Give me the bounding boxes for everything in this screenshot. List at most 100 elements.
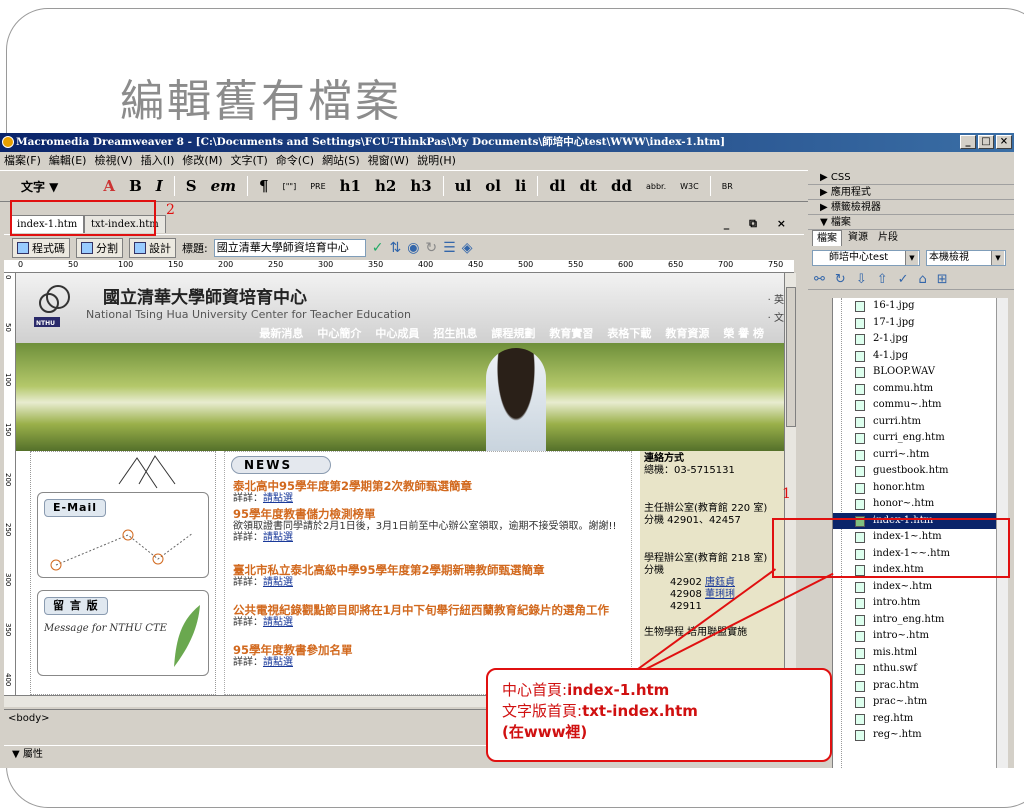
panel-tag-inspector[interactable]: ▶ 標籤檢視器 — [808, 200, 1014, 215]
nav-curriculum[interactable]: 課程規劃 — [491, 325, 535, 343]
nav-honors[interactable]: 榮 譽 榜 — [723, 325, 764, 343]
email-card[interactable]: E-Mail — [37, 492, 209, 578]
menu-modify[interactable]: 修改(M) — [182, 152, 222, 170]
menu-file[interactable]: 檔案(F) — [4, 152, 41, 170]
news-link[interactable]: 請點選 — [263, 657, 293, 668]
refresh-icon[interactable]: ↻ — [425, 240, 437, 256]
file-item[interactable]: guestbook.htm — [833, 463, 1004, 480]
news-title[interactable]: 泰北高中95學年度第2學期第2次教師甄選簡章 — [233, 480, 629, 493]
paragraph-button[interactable]: ¶ — [252, 177, 276, 195]
ol-button[interactable]: ol — [478, 177, 508, 195]
dt-button[interactable]: dt — [573, 177, 604, 195]
file-item[interactable]: 4-1.jpg — [833, 348, 1004, 365]
close-button[interactable]: × — [996, 135, 1012, 149]
view-options-icon[interactable]: ☰ — [443, 240, 456, 256]
em-button[interactable]: em — [204, 177, 243, 195]
news-link[interactable]: 請點選 — [263, 532, 293, 543]
check-in-icon[interactable]: ✓ — [898, 272, 909, 287]
panel-css[interactable]: ▶ CSS — [808, 170, 1014, 185]
nav-admission[interactable]: 招生訊息 — [433, 325, 477, 343]
file-item[interactable]: reg~.htm — [833, 727, 1004, 744]
preview-browser-icon[interactable]: ◉ — [407, 240, 419, 256]
tab-files[interactable]: 檔案 — [812, 230, 842, 246]
design-view-button[interactable]: 設計 — [129, 237, 176, 258]
font-tag-button[interactable]: A — [96, 177, 122, 195]
minimize-button[interactable]: _ — [960, 135, 976, 149]
page-title-input[interactable]: 國立清華大學師資培育中心 — [213, 238, 366, 257]
h1-button[interactable]: h1 — [333, 177, 368, 195]
pre-button[interactable]: PRE — [303, 182, 332, 191]
panel-application[interactable]: ▶ 應用程式 — [808, 185, 1014, 200]
news-title[interactable]: 95學年度教書參加名單 — [233, 644, 629, 657]
nav-members[interactable]: 中心成員 — [375, 325, 419, 343]
file-item[interactable]: prac~.htm — [833, 694, 1004, 711]
news-title[interactable]: 公共電視紀錄觀點節目即將在1月中下旬舉行紐西蘭教育紀錄片的選角工作 — [233, 604, 629, 617]
file-item[interactable]: nthu.swf — [833, 661, 1004, 678]
english-link[interactable]: · 英 — [768, 291, 784, 306]
menu-site[interactable]: 網站(S) — [322, 152, 360, 170]
characters-button[interactable]: BR — [715, 182, 740, 191]
file-item[interactable]: curri~.htm — [833, 447, 1004, 464]
menu-window[interactable]: 視窗(W) — [368, 152, 409, 170]
nav-forms[interactable]: 表格下載 — [607, 325, 651, 343]
h3-button[interactable]: h3 — [403, 177, 438, 195]
file-item[interactable]: intro.htm — [833, 595, 1004, 612]
dl-button[interactable]: dl — [542, 177, 572, 195]
file-item[interactable]: commu~.htm — [833, 397, 1004, 414]
maximize-button[interactable]: □ — [978, 135, 994, 149]
view-select[interactable]: 本機檢視 — [926, 250, 1006, 266]
connect-icon[interactable]: ⚯ — [814, 272, 825, 287]
contact-link[interactable]: 唐鈺貞 — [705, 577, 735, 588]
dd-button[interactable]: dd — [604, 177, 639, 195]
visual-aids-icon[interactable]: ◈ — [462, 240, 473, 256]
nav-intro[interactable]: 中心簡介 — [317, 325, 361, 343]
browser-check-icon[interactable]: ✓ — [372, 240, 384, 256]
file-management-icon[interactable]: ⇅ — [389, 240, 401, 256]
news-link[interactable]: 請點選 — [263, 493, 293, 504]
file-item[interactable]: 17-1.jpg — [833, 315, 1004, 332]
news-title[interactable]: 臺北市私立泰北高級中學95學年度第2學期新聘教師甄選簡章 — [233, 564, 629, 577]
h2-button[interactable]: h2 — [368, 177, 403, 195]
nav-resources[interactable]: 教育資源 — [665, 325, 709, 343]
panel-files[interactable]: ▼ 檔案 — [808, 215, 1014, 230]
menu-text[interactable]: 文字(T) — [230, 152, 267, 170]
refresh-icon[interactable]: ↻ — [835, 272, 846, 287]
menu-commands[interactable]: 命令(C) — [276, 152, 314, 170]
file-item[interactable]: 2-1.jpg — [833, 331, 1004, 348]
news-link[interactable]: 請點選 — [263, 577, 293, 588]
split-view-button[interactable]: 分割 — [76, 237, 123, 258]
scrollbar-thumb[interactable] — [786, 287, 796, 427]
get-files-icon[interactable]: ⇩ — [856, 272, 867, 287]
file-item[interactable]: mis.html — [833, 645, 1004, 662]
bold-button[interactable]: B — [122, 177, 149, 195]
site-select[interactable]: 師培中心test — [812, 250, 920, 266]
check-out-icon[interactable]: ⌂ — [919, 272, 927, 287]
blockquote-button[interactable]: [""] — [276, 182, 304, 191]
code-view-button[interactable]: 程式碼 — [12, 237, 70, 258]
toolbar-category-select[interactable]: 文字 ▼ — [14, 178, 96, 195]
strong-button[interactable]: S — [179, 177, 204, 195]
news-link[interactable]: 請點選 — [263, 617, 293, 628]
file-item[interactable]: curri.htm — [833, 414, 1004, 431]
acronym-button[interactable]: W3C — [673, 182, 706, 191]
tab-assets[interactable]: 資源 — [844, 230, 872, 246]
li-button[interactable]: li — [508, 177, 533, 195]
menu-insert[interactable]: 插入(I) — [141, 152, 175, 170]
expand-icon[interactable]: ⊞ — [937, 272, 948, 287]
put-files-icon[interactable]: ⇧ — [877, 272, 888, 287]
menu-help[interactable]: 說明(H) — [417, 152, 456, 170]
nav-news[interactable]: 最新消息 — [259, 325, 303, 343]
file-item[interactable]: 16-1.jpg — [833, 298, 1004, 315]
guestbook-card[interactable]: 留 言 版 Message for NTHU CTE — [37, 590, 209, 676]
menu-view[interactable]: 檢視(V) — [94, 152, 132, 170]
document-window-controls[interactable]: _ ⧉ × — [724, 217, 794, 231]
canvas-vertical-scrollbar[interactable] — [784, 273, 796, 695]
menu-edit[interactable]: 編輯(E) — [49, 152, 87, 170]
news-title[interactable]: 95學年度教書儲力檢測榜單 — [233, 508, 629, 521]
abbr-button[interactable]: abbr. — [639, 182, 673, 191]
file-item[interactable]: curri_eng.htm — [833, 430, 1004, 447]
file-item[interactable]: index~.htm — [833, 579, 1004, 596]
design-canvas[interactable]: NTHU 國立清華大學師資培育中心 National Tsing Hua Uni… — [16, 273, 784, 695]
file-item[interactable]: BLOOP.WAV — [833, 364, 1004, 381]
ul-button[interactable]: ul — [448, 177, 479, 195]
